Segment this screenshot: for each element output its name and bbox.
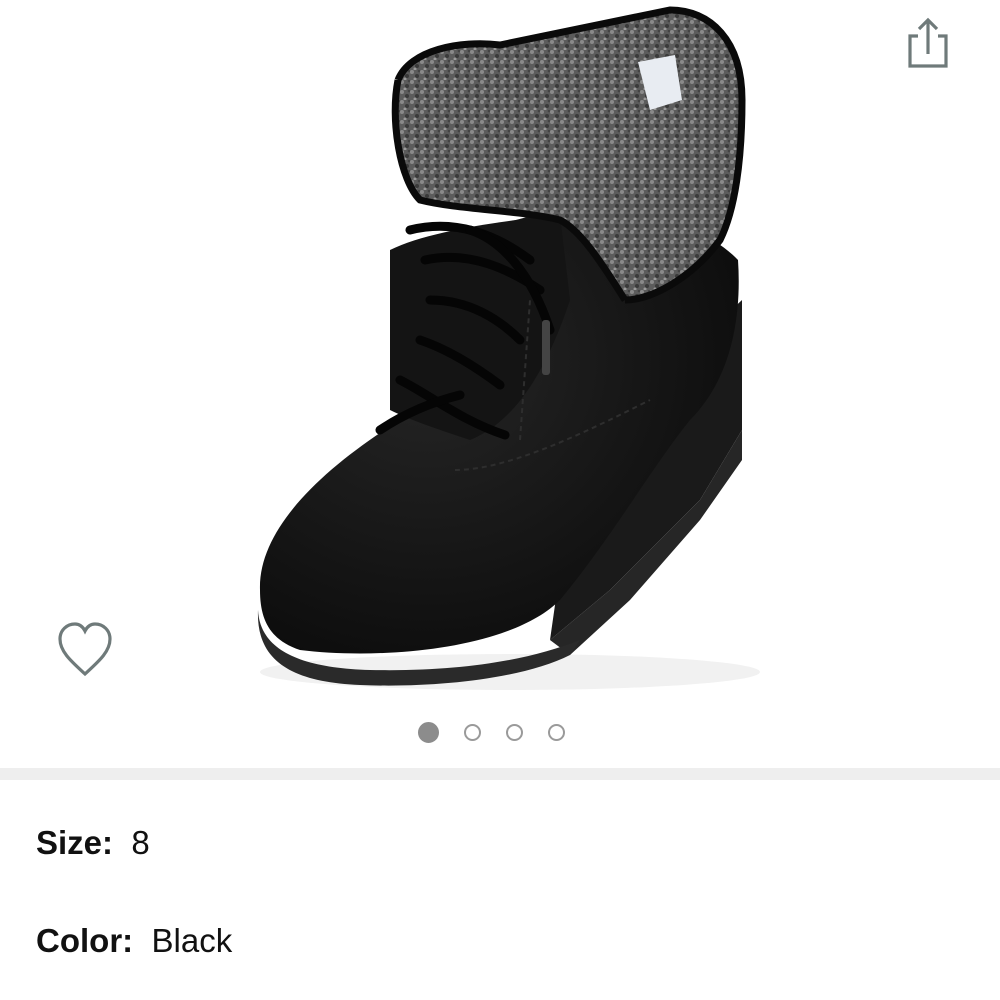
color-label: Color: bbox=[36, 922, 143, 959]
size-value: 8 bbox=[131, 824, 150, 861]
color-selector[interactable]: Color: Black bbox=[36, 922, 232, 960]
heart-outline-icon bbox=[58, 622, 112, 677]
section-divider bbox=[0, 768, 1000, 780]
product-image[interactable] bbox=[230, 0, 770, 700]
pagination-dot-3[interactable] bbox=[506, 723, 523, 741]
pagination-dot-2[interactable] bbox=[464, 723, 481, 741]
pagination-dot-4[interactable] bbox=[548, 723, 565, 741]
product-variation-details: Size: 8 Color: Black bbox=[0, 780, 1000, 1000]
color-value: Black bbox=[151, 922, 233, 959]
size-label: Size: bbox=[36, 824, 123, 861]
product-page: Size: 8 Color: Black bbox=[0, 0, 1000, 1000]
size-selector[interactable]: Size: 8 bbox=[36, 824, 150, 862]
product-image-gallery[interactable] bbox=[0, 0, 1000, 768]
image-pagination-dots[interactable] bbox=[418, 720, 565, 744]
share-button[interactable] bbox=[898, 14, 958, 74]
pagination-dot-1[interactable] bbox=[418, 721, 439, 743]
share-icon bbox=[908, 17, 948, 68]
wishlist-button[interactable] bbox=[52, 618, 118, 680]
